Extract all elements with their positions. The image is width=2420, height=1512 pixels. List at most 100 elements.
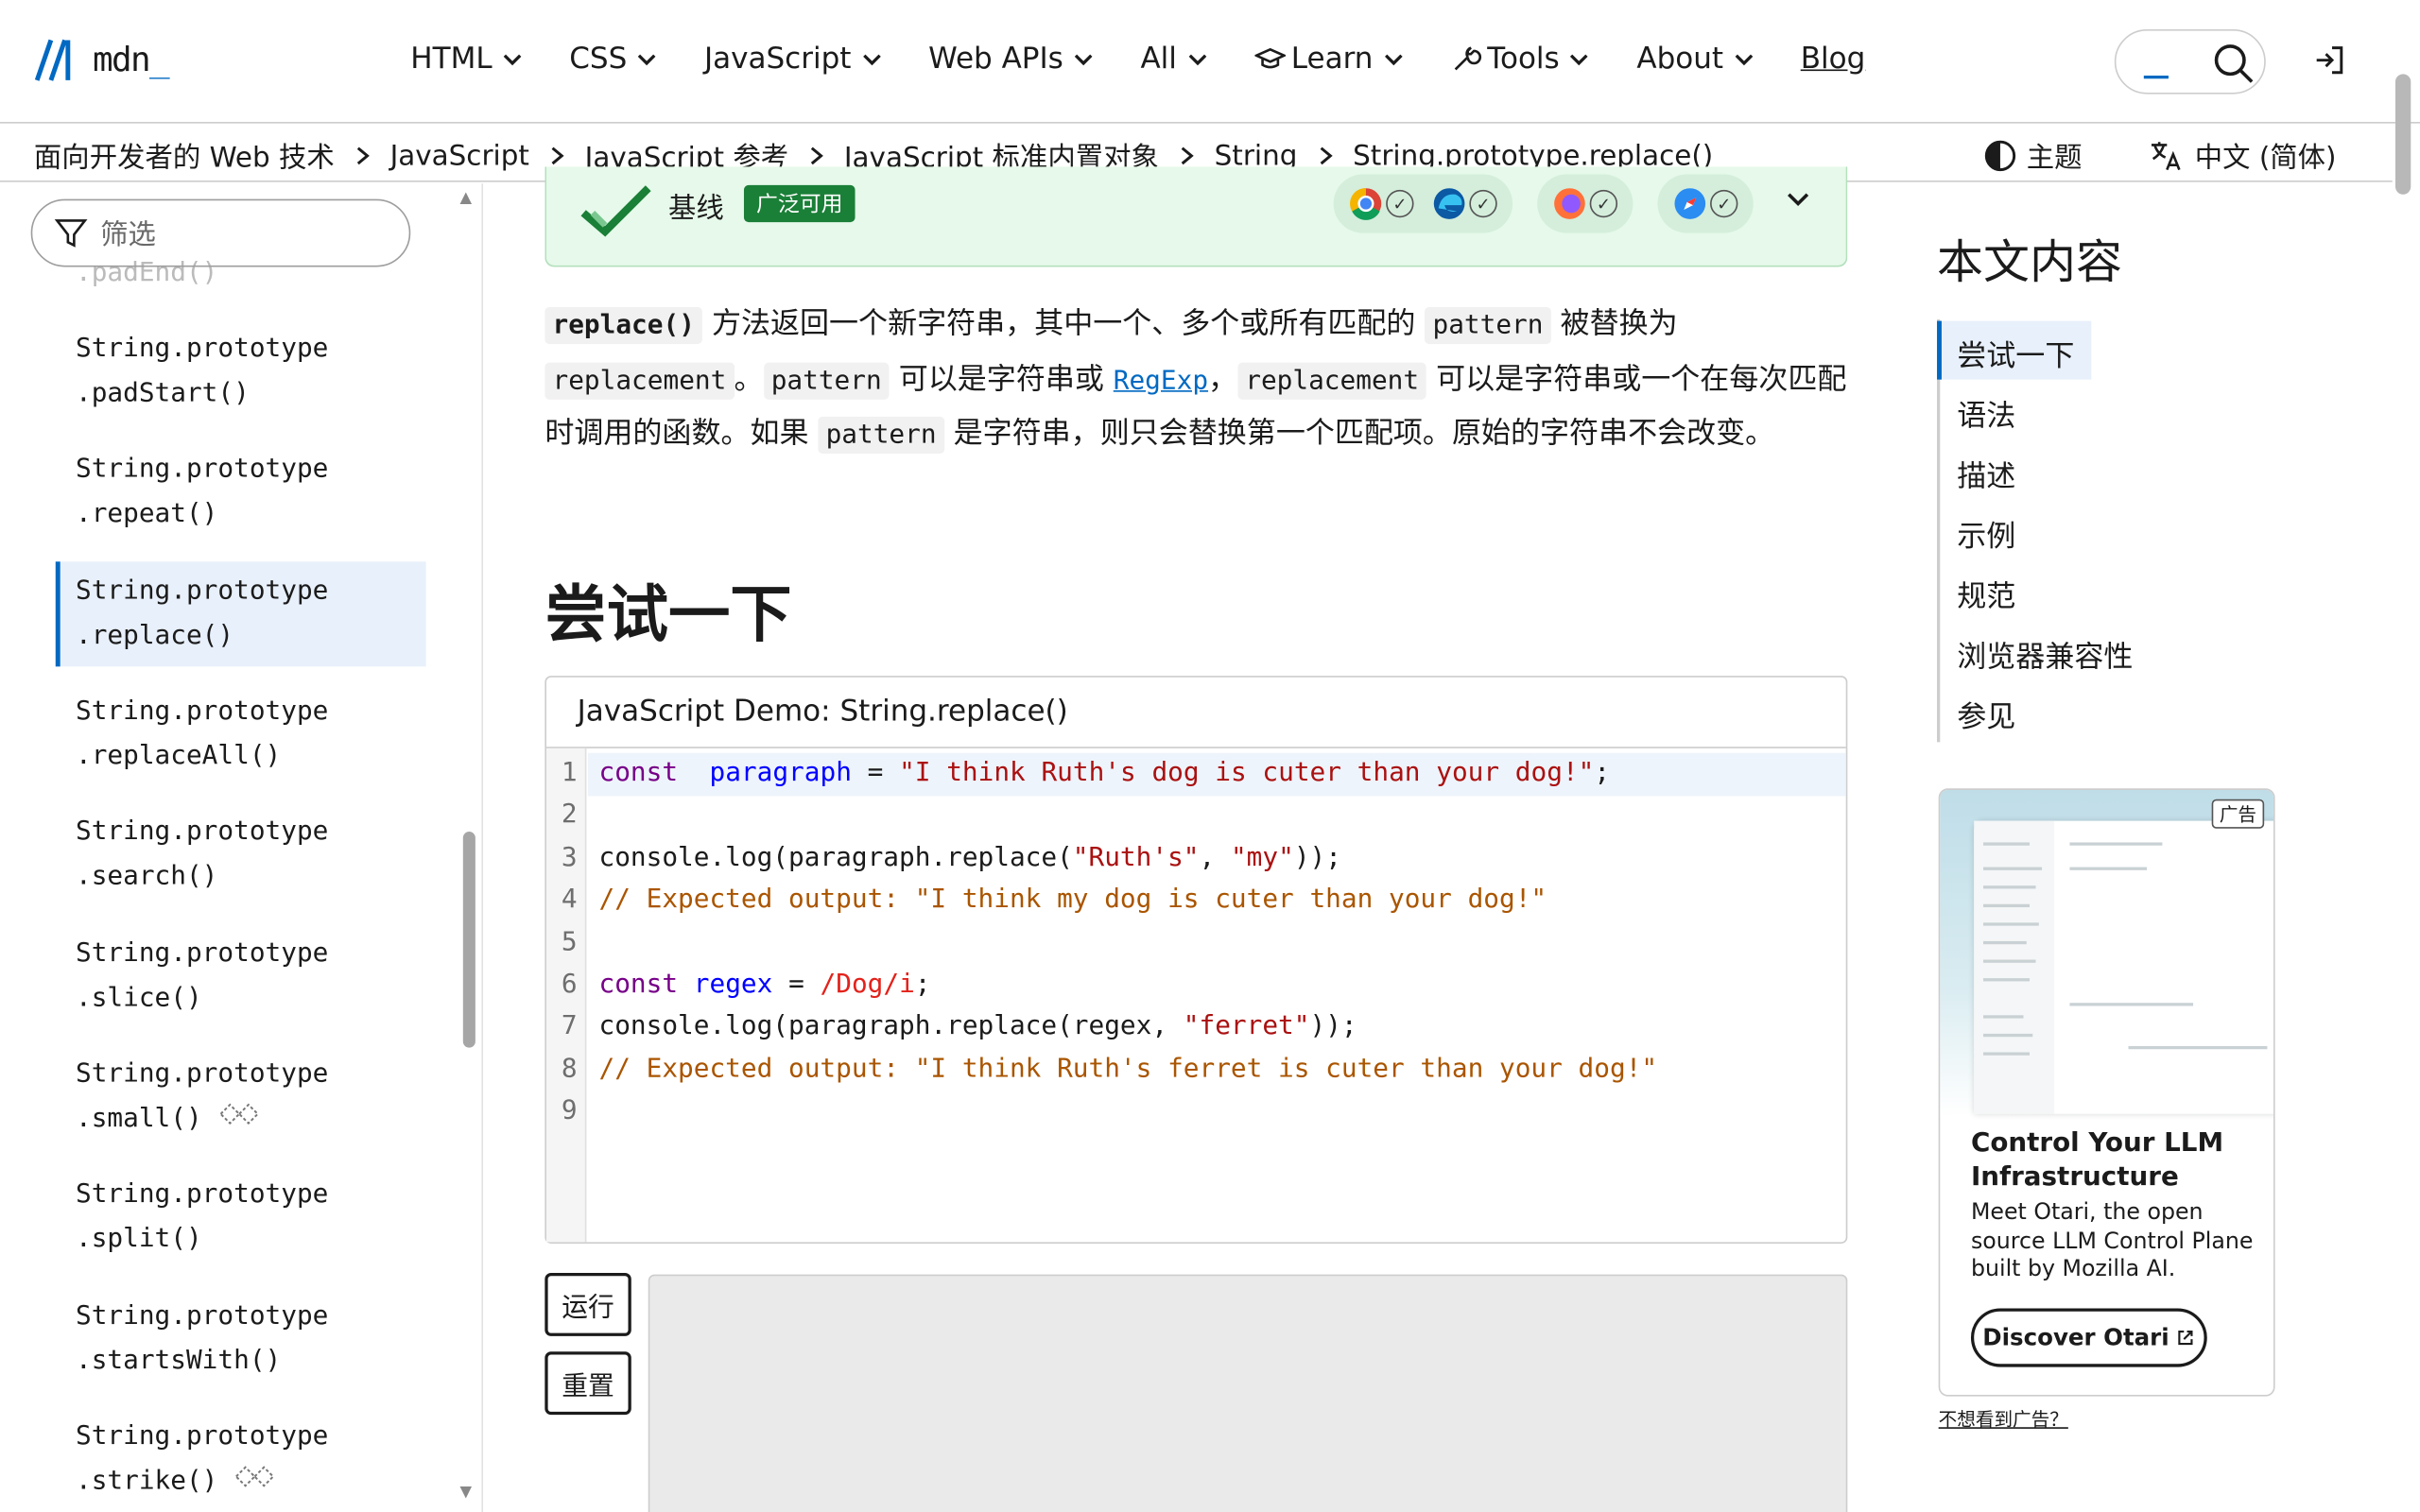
- supported-check-icon: ✓: [1386, 189, 1414, 218]
- language-switcher[interactable]: 中文 (简体): [2149, 136, 2337, 176]
- search-button[interactable]: [2114, 29, 2266, 94]
- search-cursor: [2143, 76, 2169, 79]
- sidebar-item-replaceall[interactable]: String.prototype .replaceAll(): [76, 690, 328, 780]
- regexp-link[interactable]: RegExp: [1114, 365, 1208, 396]
- filter-placeholder: 筛选: [100, 218, 156, 252]
- breadcrumb-item[interactable]: 面向开发者的 Web 技术: [34, 136, 335, 176]
- sidebar-item-slice[interactable]: String.prototype .slice(): [76, 932, 328, 1022]
- line-number: 6: [561, 969, 578, 1000]
- supported-check-icon: ✓: [1469, 189, 1497, 218]
- mdn-logo[interactable]: mdn_: [34, 37, 170, 83]
- sidebar-filter-input[interactable]: 筛选: [30, 198, 411, 267]
- edge-icon: [1433, 188, 1465, 219]
- menu-learn[interactable]: Learn: [1253, 42, 1405, 76]
- theme-label: 主题: [2026, 142, 2083, 175]
- chevron-down-icon: [503, 54, 522, 66]
- intro-paragraph: replace() 方法返回一个新字符串，其中一个、多个或所有匹配的 patte…: [544, 298, 1857, 462]
- ad-feedback-link[interactable]: 不想看到广告？: [1939, 1405, 2068, 1432]
- baseline-label: 基线: [667, 193, 724, 226]
- toc-item-examples[interactable]: 示例: [1957, 514, 2015, 556]
- line-number: 3: [561, 842, 578, 873]
- inline-code: pattern: [818, 416, 944, 455]
- baseline-badge: 广泛可用: [743, 184, 856, 223]
- menu-tools[interactable]: Tools: [1450, 42, 1590, 76]
- toc-item-description[interactable]: 描述: [1957, 454, 2015, 495]
- line-number: 5: [561, 926, 578, 958]
- menu-web-apis[interactable]: Web APIs: [928, 42, 1094, 76]
- line-number: 2: [561, 799, 578, 832]
- chrome-icon: [1350, 188, 1382, 220]
- sidebar-item-small[interactable]: String.prototype .small(): [76, 1053, 328, 1143]
- page-scrollbar-thumb[interactable]: [2394, 74, 2411, 195]
- menu-javascript[interactable]: JavaScript: [704, 42, 882, 76]
- theme-switcher[interactable]: 主题: [1983, 136, 2083, 176]
- language-label: 中文 (简体): [2194, 142, 2337, 175]
- browser-support-chrome-edge: ✓ ✓: [1333, 174, 1513, 233]
- scroll-down-arrow[interactable]: ▼: [460, 1485, 473, 1502]
- run-button[interactable]: 运行: [544, 1272, 631, 1336]
- menu-blog[interactable]: Blog: [1801, 42, 1866, 76]
- logo-text: mdn: [92, 41, 151, 80]
- filter-icon: [54, 219, 88, 248]
- toc-item-syntax[interactable]: 语法: [1957, 393, 2015, 435]
- expand-chevron-icon[interactable]: [1784, 185, 1811, 213]
- ad-screenshot: [1974, 820, 2273, 1114]
- toc-item-try-it[interactable]: 尝试一下: [1957, 334, 2074, 375]
- chevron-right-icon: [1181, 146, 1194, 165]
- sidebar-item-replace[interactable]: String.prototype .replace(): [76, 569, 328, 659]
- sidebar-item-repeat[interactable]: String.prototype .repeat(): [76, 447, 328, 537]
- sidebar-item-startswith[interactable]: String.prototype .startsWith(): [76, 1295, 328, 1384]
- chevron-right-icon: [810, 146, 823, 165]
- demo-title: JavaScript Demo: String.replace(): [577, 694, 1068, 729]
- baseline-check-icon: [580, 185, 651, 237]
- chevron-down-icon: [862, 54, 881, 66]
- code-text: console.log(paragraph.replace(regex, "fe…: [598, 1010, 1357, 1042]
- chevron-right-icon: [1319, 146, 1332, 165]
- wrench-icon: [1454, 46, 1481, 71]
- inline-code: pattern: [1425, 306, 1551, 345]
- menu-css[interactable]: CSS: [569, 42, 658, 76]
- sidebar-item-split[interactable]: String.prototype .split(): [76, 1173, 328, 1263]
- section-heading: 尝试一下: [544, 579, 792, 651]
- ad-tag: 广告: [2211, 799, 2265, 829]
- translate-icon: [2151, 142, 2181, 171]
- chevron-down-icon: [1384, 54, 1403, 66]
- breadcrumb-item[interactable]: JavaScript: [390, 140, 529, 172]
- browser-support-safari: ✓: [1657, 174, 1754, 233]
- sidebar-item-padstart[interactable]: String.prototype .padStart(): [76, 327, 328, 417]
- login-icon[interactable]: [2312, 43, 2346, 77]
- scroll-up-arrow[interactable]: ▲: [460, 190, 473, 207]
- code-text: const regex = /Dog/i;: [598, 969, 931, 1000]
- line-number: 8: [561, 1053, 578, 1085]
- toc-title: 本文内容: [1937, 235, 2122, 290]
- interactive-demo: JavaScript Demo: String.replace() 1 const…: [544, 676, 1848, 1244]
- menu-all[interactable]: All: [1140, 42, 1207, 76]
- deprecated-icon: [219, 1103, 260, 1125]
- ad-headline: Control Your LLM Infrastructure: [1970, 1127, 2224, 1194]
- console-output: [648, 1274, 1848, 1512]
- toc-item-specifications[interactable]: 规范: [1957, 574, 2015, 615]
- menu-about[interactable]: About: [1636, 42, 1754, 76]
- code-text: console.log(paragraph.replace("Ruth's", …: [598, 842, 1341, 873]
- sidebar-item-strike[interactable]: String.prototype .strike(): [76, 1415, 328, 1504]
- theme-icon: [1984, 140, 2016, 172]
- toc-item-browser-compat[interactable]: 浏览器兼容性: [1957, 634, 2133, 676]
- toc-item-see-also[interactable]: 参见: [1957, 695, 2015, 736]
- toc-bar: [1937, 318, 1941, 743]
- supported-check-icon: ✓: [1589, 189, 1618, 218]
- line-number: 7: [561, 1010, 578, 1042]
- menu-html[interactable]: HTML: [410, 42, 523, 76]
- graduation-cap-icon: [1253, 47, 1286, 69]
- ad-cta-button[interactable]: Discover Otari: [1970, 1308, 2207, 1367]
- sidebar-scrollbar-thumb[interactable]: [462, 832, 475, 1048]
- browser-support-firefox: ✓: [1537, 174, 1634, 233]
- line-number: 4: [561, 884, 578, 916]
- reset-button[interactable]: 重置: [544, 1351, 631, 1416]
- code-text: const paragraph = "I think Ruth's dog is…: [598, 757, 1611, 789]
- sidebar-ad[interactable]: 广告 Control Your LLM Infrastructure Meet …: [1938, 788, 2275, 1397]
- sidebar-item-search[interactable]: String.prototype .search(): [76, 810, 328, 900]
- external-link-icon: [2179, 1330, 2194, 1346]
- code-text: // Expected output: "I think my dog is c…: [598, 884, 1547, 916]
- ad-image: 广告: [1940, 789, 2273, 1118]
- ad-body: Meet Otari, the open source LLM Control …: [1970, 1200, 2254, 1282]
